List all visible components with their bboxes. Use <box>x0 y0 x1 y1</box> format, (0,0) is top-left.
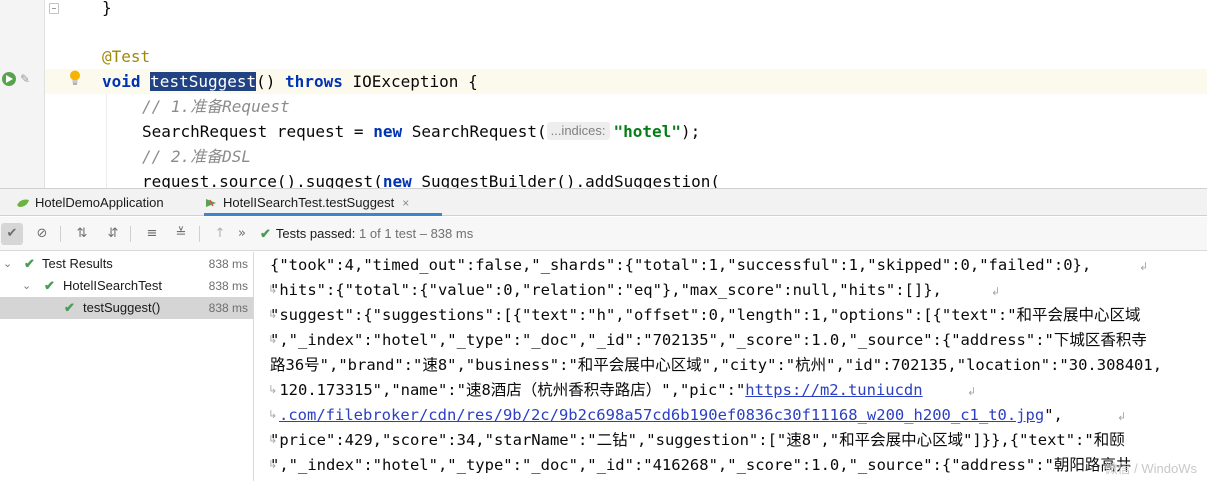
code-line[interactable]: // 2.准备DSL <box>142 144 251 169</box>
console-line: ","_index":"hotel","_type":"_doc","_id":… <box>270 456 1132 474</box>
run-test-icon[interactable] <box>2 72 16 86</box>
tree-node-label: testSuggest() <box>83 300 161 315</box>
spring-boot-icon <box>17 199 29 207</box>
console-output[interactable]: {"took":4,"timed_out":false,"_shards":{"… <box>255 252 1207 481</box>
tab-label: HotelDemoApplication <box>35 195 164 210</box>
duration: 838 ms <box>208 301 248 315</box>
expand-all-icon[interactable]: ≡ <box>141 223 163 245</box>
sort-by-duration-icon[interactable]: ⇵ <box>102 223 124 245</box>
gutter-divider <box>44 0 45 188</box>
code-text: request.source().suggest( <box>142 172 383 188</box>
tree-node-test-results[interactable]: ⌄ ✔ Test Results 838 ms <box>0 253 253 275</box>
editor-gutter <box>0 0 44 188</box>
keyword-new: new <box>382 172 412 188</box>
console-line: 120.173315","name":"速8酒店（杭州香积寺路店）","pic"… <box>270 378 922 403</box>
chevron-down-icon[interactable]: ⌄ <box>22 275 31 297</box>
console-line: .com/filebroker/cdn/res/9b/2c/9b2c698a57… <box>279 403 1063 428</box>
test-run-icon <box>206 199 216 207</box>
indent-guide <box>106 94 107 188</box>
selected-method-name[interactable]: testSuggest <box>150 72 257 91</box>
tree-node-test-method[interactable]: ✔ testSuggest() 838 ms <box>0 297 253 319</box>
sort-alphabetically-icon[interactable]: ⇅ <box>71 223 93 245</box>
run-tool-window-tabs: HotelDemoApplication HotelISearchTest.te… <box>0 188 1207 216</box>
console-line: {"took":4,"timed_out":false,"_shards":{"… <box>270 256 1092 274</box>
tab-label: HotelISearchTest.testSuggest <box>223 195 395 210</box>
console-text: 120.173315","name":"速8酒店（杭州香积寺路店）","pic"… <box>270 381 746 399</box>
passed-check-icon: ✔ <box>64 300 75 315</box>
test-annotation: @Test <box>102 47 151 66</box>
edit-config-icon[interactable]: ✎ <box>20 73 34 85</box>
tree-node-label: HotelISearchTest <box>63 278 162 293</box>
parameter-hint: ...indices: <box>546 122 610 140</box>
code-line[interactable]: request.source().suggest(new SuggestBuil… <box>142 169 720 188</box>
chevron-down-icon[interactable]: ⌄ <box>3 253 12 275</box>
code-text: SuggestBuilder().addSuggestion( <box>411 172 720 188</box>
keyword-new: new <box>373 122 403 141</box>
keyword-throws: throws <box>285 72 343 91</box>
soft-wrap-continue-icon: ↳ <box>268 408 278 421</box>
signature-text: () <box>256 72 286 91</box>
collapse-all-icon[interactable]: ≚ <box>170 223 192 245</box>
code-comment: // 2.准备DSL <box>142 147 252 166</box>
soft-wrap-icon: ↲ <box>967 385 977 398</box>
code-line[interactable]: void testSuggest() throws IOException { <box>102 69 478 94</box>
console-line: ","_index":"hotel","_type":"_doc","_id":… <box>270 331 1147 349</box>
intention-bulb-icon[interactable] <box>69 70 81 85</box>
code-text: SearchRequest request = <box>142 122 374 141</box>
console-line: "price":429,"score":34,"starName":"二钻","… <box>270 431 1125 449</box>
tab-test-suggest[interactable]: HotelISearchTest.testSuggest × <box>204 189 413 216</box>
image-url-link[interactable]: .com/filebroker/cdn/res/9b/2c/9b2c698a57… <box>279 406 1044 424</box>
show-ignored-icon[interactable]: ⊘ <box>31 223 53 245</box>
signature-text: IOException { <box>342 72 478 91</box>
toolbar-divider <box>60 226 61 242</box>
passed-check-icon: ✔ <box>44 278 55 293</box>
test-results-tree: ⌄ ✔ Test Results 838 ms ⌄ ✔ HotelISearch… <box>0 252 254 481</box>
code-line[interactable]: // 1.准备Request <box>142 94 290 119</box>
closing-brace: } <box>102 0 112 17</box>
tree-node-test-class[interactable]: ⌄ ✔ HotelISearchTest 838 ms <box>0 275 253 297</box>
code-text: SearchRequest( <box>402 122 547 141</box>
code-line[interactable]: } <box>102 0 112 20</box>
image-url-link[interactable]: https://m2.tuniucdn <box>745 381 922 399</box>
soft-wrap-icon: ↲ <box>1139 260 1149 273</box>
console-text: ", <box>1044 406 1063 424</box>
console-line: "hits":{"total":{"value":0,"relation":"e… <box>270 281 942 299</box>
code-editor[interactable]: ✎ } @Test void testSuggest() throws IOEx… <box>0 0 1207 188</box>
toolbar-divider <box>130 226 131 242</box>
duration: 838 ms <box>208 279 248 293</box>
code-comment: // 1.准备Request <box>142 97 290 116</box>
passed-check-icon: ✔ <box>260 226 271 241</box>
code-line[interactable]: SearchRequest request = new SearchReques… <box>142 119 700 144</box>
tests-status: ✔ Tests passed: 1 of 1 test – 838 ms <box>260 217 473 250</box>
tests-passed-detail: 1 of 1 test – 838 ms <box>359 226 474 241</box>
toolbar-divider <box>199 226 200 242</box>
active-tab-indicator <box>204 213 442 216</box>
soft-wrap-icon: ↲ <box>1117 410 1127 423</box>
tree-node-label: Test Results <box>42 256 113 271</box>
code-line[interactable]: @Test <box>102 44 150 69</box>
more-actions-icon[interactable]: » <box>231 223 253 245</box>
code-text: ); <box>680 122 701 141</box>
test-runner-toolbar: ✔ ⊘ ⇅ ⇵ ≡ ≚ ↑ » ✔ Tests passed: 1 of 1 te… <box>0 217 1207 251</box>
duration: 838 ms <box>208 257 248 271</box>
soft-wrap-icon: ↲ <box>991 285 1001 298</box>
keyword-void: void <box>102 72 141 91</box>
tests-passed-label: Tests passed: <box>275 226 356 241</box>
string-literal: "hotel" <box>613 122 681 141</box>
passed-check-icon: ✔ <box>24 256 35 271</box>
previous-failed-icon[interactable]: ↑ <box>209 223 231 245</box>
watermark: 微信 / WindoWs <box>1104 461 1197 476</box>
console-line: "suggest":{"suggestions":[{"text":"h","o… <box>270 306 1141 324</box>
console-line: 路36号","brand":"速8","business":"和平会展中心区域"… <box>270 356 1163 374</box>
show-passed-icon[interactable]: ✔ <box>1 223 23 245</box>
tab-hotel-demo-application[interactable]: HotelDemoApplication <box>16 189 164 216</box>
fold-icon[interactable] <box>49 3 59 14</box>
